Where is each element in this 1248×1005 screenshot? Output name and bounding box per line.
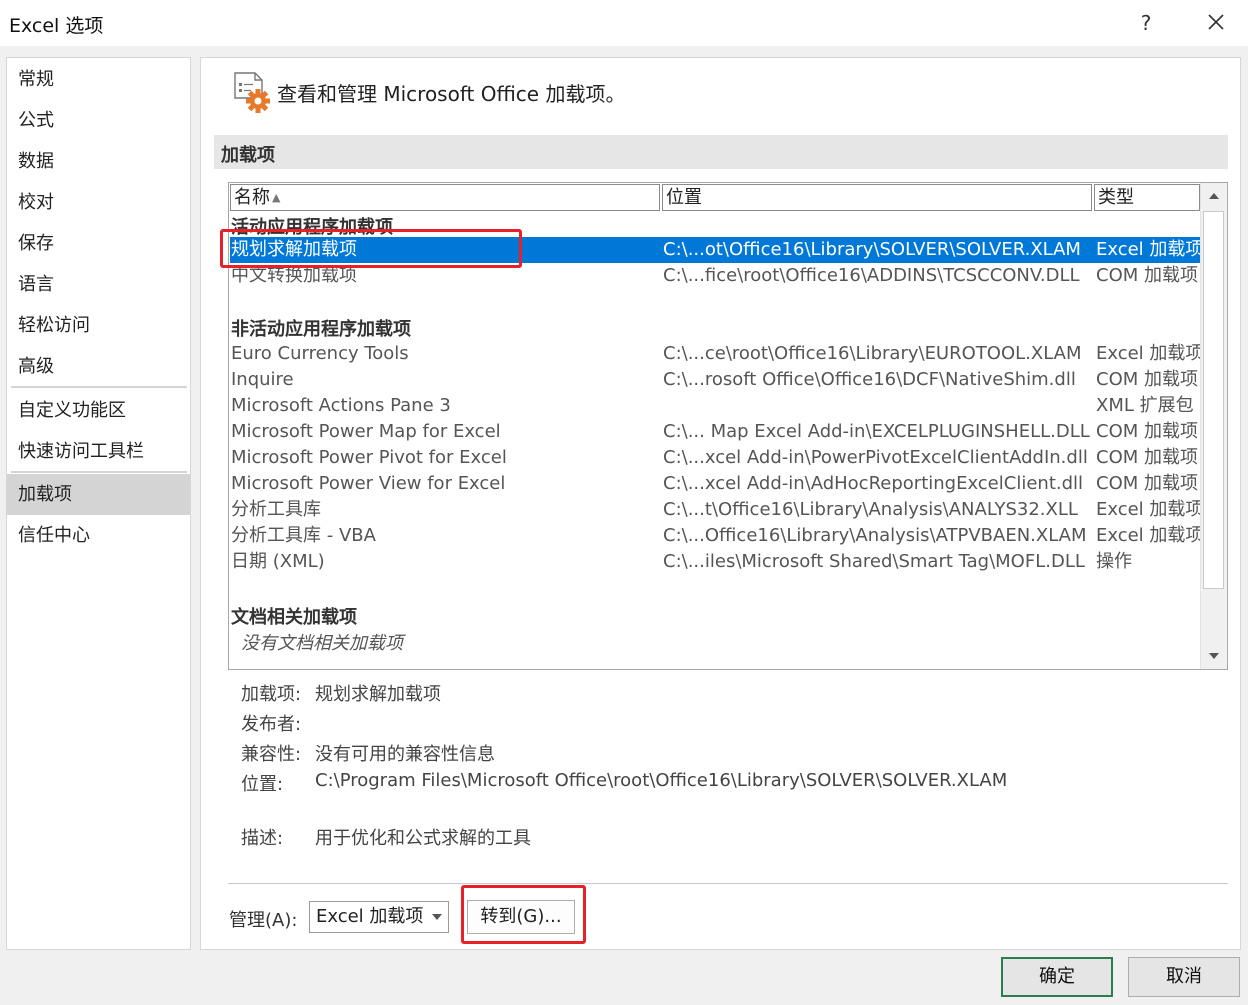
table-row[interactable]: 日期 (XML) C:\...iles\Microsoft Shared\Sma… <box>230 549 1200 575</box>
scrollbar-thumb[interactable] <box>1203 211 1224 589</box>
detail-location-value: C:\Program Files\Microsoft Office\root\O… <box>315 770 1008 791</box>
sidebar-item-addins[interactable]: 加载项 <box>7 474 190 515</box>
sidebar-divider <box>11 471 187 473</box>
addins-gear-icon <box>234 72 270 113</box>
detail-addin-value: 规划求解加载项 <box>315 684 441 705</box>
section-header: 加载项 <box>214 135 1228 169</box>
page-title: 查看和管理 Microsoft Office 加载项。 <box>277 82 626 106</box>
sidebar-item-language[interactable]: 语言 <box>7 264 190 305</box>
main-panel: 查看和管理 Microsoft Office 加载项。 加载项 名称 ▲ 位置 类… <box>200 57 1241 950</box>
footer-divider <box>228 883 1228 884</box>
addins-list[interactable]: 名称 ▲ 位置 类型 活动应用程序加载项 规划求解加载项 C:\...ot\Off… <box>228 182 1228 670</box>
detail-publisher-label: 发布者: <box>241 714 302 735</box>
section-title: 加载项 <box>221 145 275 166</box>
group-inactive-addins: 非活动应用程序加载项 <box>231 319 411 340</box>
table-row[interactable]: 规划求解加载项 C:\...ot\Office16\Library\SOLVER… <box>230 237 1203 263</box>
table-row[interactable]: Microsoft Power Map for Excel C:\... Map… <box>230 419 1200 445</box>
goto-button[interactable]: 转到(G)... <box>467 900 575 934</box>
sidebar-item-accessibility[interactable]: 轻松访问 <box>7 305 190 346</box>
sort-ascending-icon: ▲ <box>272 191 281 204</box>
sidebar: 常规 公式 数据 校对 保存 语言 轻松访问 高级 自定义功能区 快速访问工具栏… <box>6 57 191 950</box>
sidebar-item-trust-center[interactable]: 信任中心 <box>7 515 190 556</box>
table-row[interactable]: Microsoft Actions Pane 3 XML 扩展包 <box>230 393 1200 419</box>
scroll-up-arrow-icon <box>1209 193 1219 199</box>
sidebar-item-customize-ribbon[interactable]: 自定义功能区 <box>7 390 190 431</box>
column-header-type[interactable]: 类型 <box>1094 184 1200 211</box>
close-icon <box>1208 14 1224 30</box>
table-row[interactable]: 分析工具库 C:\...t\Office16\Library\Analysis\… <box>230 497 1203 523</box>
detail-location-label: 位置: <box>241 774 284 795</box>
table-row[interactable]: Microsoft Power Pivot for Excel C:\...xc… <box>230 445 1200 471</box>
detail-compat-value: 没有可用的兼容性信息 <box>315 744 495 765</box>
empty-document-addins-note: 没有文档相关加载项 <box>241 633 403 654</box>
cancel-button[interactable]: 取消 <box>1128 957 1240 997</box>
scroll-down-arrow-icon <box>1209 653 1219 659</box>
column-header-name[interactable]: 名称 ▲ <box>230 184 660 211</box>
detail-compat-label: 兼容性: <box>241 744 302 765</box>
sidebar-item-advanced[interactable]: 高级 <box>7 346 190 387</box>
scroll-down-button[interactable] <box>1201 643 1227 669</box>
detail-desc-label: 描述: <box>241 828 284 849</box>
sidebar-divider <box>11 386 187 388</box>
manage-label: 管理(A): <box>229 910 298 931</box>
manage-dropdown[interactable]: Excel 加载项 <box>309 901 449 933</box>
vertical-scrollbar[interactable] <box>1200 183 1227 669</box>
table-row[interactable]: 分析工具库 - VBA C:\...Office16\Library\Analy… <box>230 523 1203 549</box>
sidebar-item-save[interactable]: 保存 <box>7 223 190 264</box>
group-active-addins: 活动应用程序加载项 <box>231 217 393 238</box>
table-row[interactable]: Euro Currency Tools C:\...ce\root\Office… <box>230 341 1203 367</box>
close-button[interactable] <box>1200 6 1232 38</box>
detail-addin-label: 加载项: <box>241 684 302 705</box>
detail-desc-value: 用于优化和公式求解的工具 <box>315 828 531 849</box>
sidebar-item-general[interactable]: 常规 <box>7 59 190 100</box>
scroll-up-button[interactable] <box>1201 183 1227 209</box>
table-row[interactable]: 中文转换加载项 C:\...fice\root\Office16\ADDINS\… <box>230 263 1200 289</box>
sidebar-item-data[interactable]: 数据 <box>7 141 190 182</box>
sidebar-item-quick-access-toolbar[interactable]: 快速访问工具栏 <box>7 431 190 472</box>
table-row[interactable]: Microsoft Power View for Excel C:\...xce… <box>230 471 1200 497</box>
sidebar-item-proofing[interactable]: 校对 <box>7 182 190 223</box>
group-document-addins: 文档相关加载项 <box>231 607 357 628</box>
table-row[interactable]: Inquire C:\...rosoft Office\Office16\DCF… <box>230 367 1200 393</box>
help-button[interactable]: ? <box>1133 8 1159 38</box>
window-title: Excel 选项 <box>9 15 104 37</box>
column-header-location[interactable]: 位置 <box>662 184 1092 211</box>
title-bar: Excel 选项 ? <box>0 0 1248 46</box>
sidebar-item-formulas[interactable]: 公式 <box>7 100 190 141</box>
chevron-down-icon <box>432 914 442 920</box>
ok-button[interactable]: 确定 <box>1001 957 1113 997</box>
